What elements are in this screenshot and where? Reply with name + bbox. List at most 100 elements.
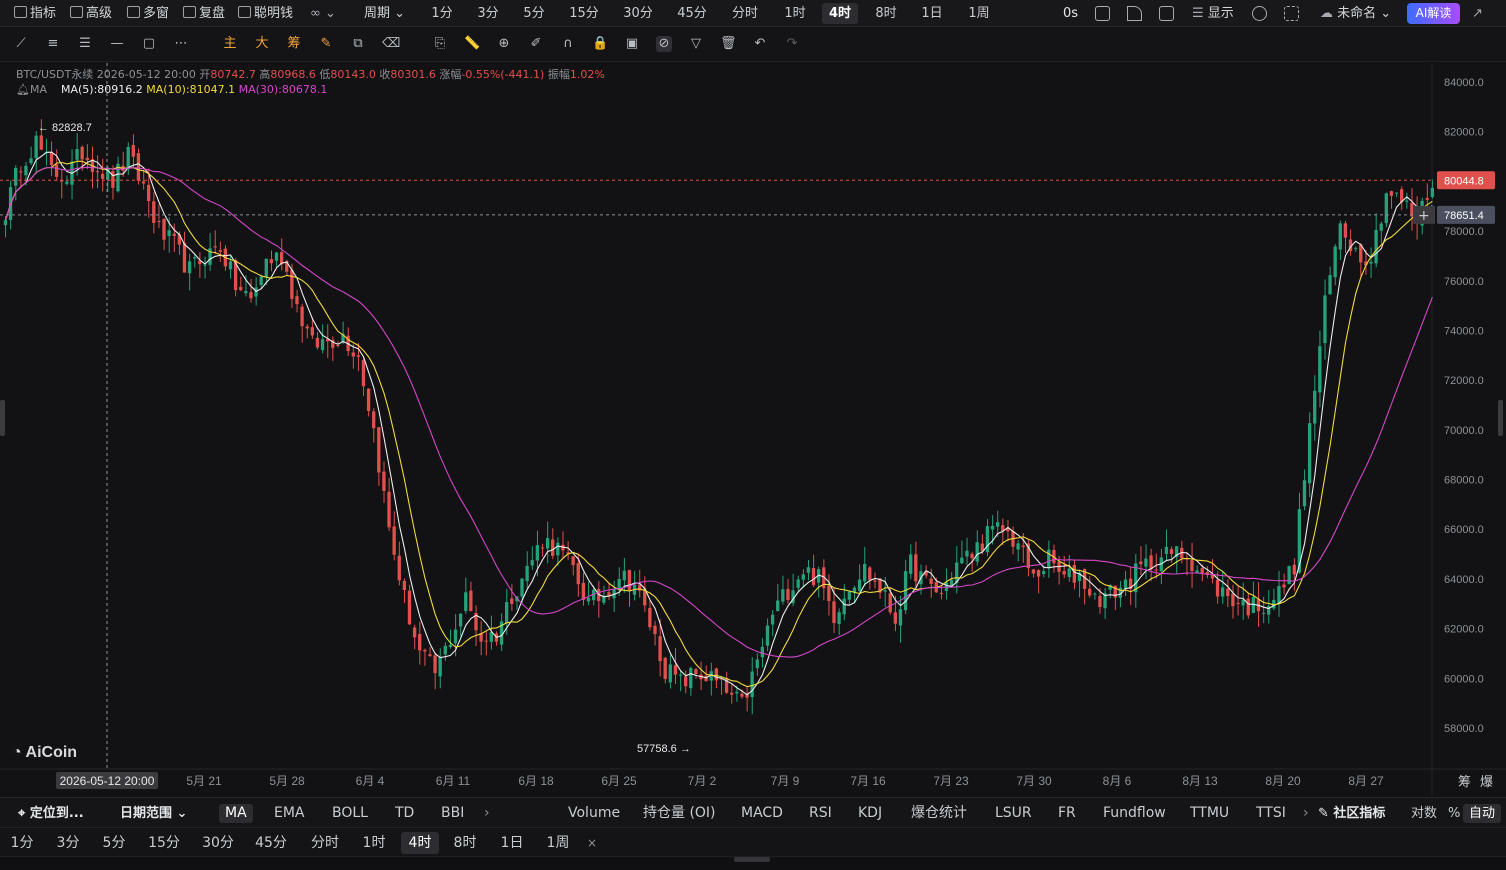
date-range-button[interactable]: 日期范围 ⌄ (120, 804, 187, 823)
left-panel-toggle[interactable] (0, 400, 5, 436)
sub-indicator-lsur[interactable]: LSUR (995, 804, 1032, 823)
smart-money-button[interactable]: 聪明钱 (238, 4, 293, 23)
period-45m[interactable]: 45分 (672, 3, 712, 24)
replay-button[interactable]: 复盘 (183, 4, 225, 23)
candle-body (320, 339, 325, 351)
undo-icon[interactable]: ↶ (752, 36, 768, 52)
locate-button[interactable]: ⌖ 定位到... (18, 804, 84, 823)
sub-indicator-oi[interactable]: 持仓量 (OI) (643, 804, 716, 823)
chip-icon[interactable]: 筹 (286, 36, 302, 52)
lock-icon[interactable]: 🔒 (592, 36, 608, 52)
erase-icon[interactable]: ⌫ (382, 36, 400, 52)
auto-scale-toggle[interactable]: 自动 (1463, 804, 1502, 823)
link-icon[interactable]: ⊘ (656, 36, 672, 52)
chart-area[interactable]: 84000.082000.080000.078000.076000.074000… (0, 63, 1506, 795)
main-indicator-td[interactable]: TD (395, 804, 414, 823)
period-15m[interactable]: 15分 (564, 3, 604, 24)
main-indicator-boll[interactable]: BOLL (332, 804, 368, 823)
multi-window-button[interactable]: 多窗 (127, 4, 169, 23)
layout-menu[interactable]: ☁ 未命名 ⌄ (1320, 4, 1391, 23)
horizontal-lines-icon[interactable]: ☰ (77, 36, 93, 52)
sub-indicator-volume[interactable]: Volume (568, 804, 620, 823)
bottom-period-15m[interactable]: 15分 (144, 832, 184, 854)
sub-indicator-kdj[interactable]: KDJ (858, 804, 882, 823)
period-1w[interactable]: 1周 (961, 3, 997, 24)
close-period-bar-icon[interactable]: × (584, 832, 600, 854)
bottom-period-4h[interactable]: 4时 (401, 832, 439, 854)
period-8h[interactable]: 8时 (869, 3, 903, 24)
large-order-icon[interactable]: 大 (254, 36, 270, 52)
period-1d[interactable]: 1日 (915, 3, 949, 24)
bottom-period-8h[interactable]: 8时 (448, 832, 482, 854)
ruler-icon[interactable]: 📏 (464, 36, 480, 52)
indicator-button[interactable]: 指标 (14, 4, 56, 23)
template-icon[interactable]: ▣ (624, 36, 640, 52)
sub-indicator-ttsi[interactable]: TTSI (1256, 804, 1286, 823)
sub-indicator-fr[interactable]: FR (1058, 804, 1076, 823)
main-indicator-ema[interactable]: EMA (274, 804, 305, 823)
main-chart-icon[interactable]: 主 (222, 36, 238, 52)
redo-icon[interactable]: ↷ (784, 36, 800, 52)
zoom-icon[interactable]: ⊕ (496, 36, 512, 52)
sub-indicator-fundflow[interactable]: Fundflow (1103, 804, 1166, 823)
bottom-period-5m[interactable]: 5分 (98, 832, 130, 854)
chip-distribution-label[interactable]: 筹 (1458, 774, 1471, 790)
community-indicators-button[interactable]: ✎ 社区指标 (1318, 804, 1385, 823)
more-shapes-icon[interactable]: ⋯ (173, 36, 189, 52)
settings-icon[interactable] (1252, 6, 1267, 21)
trash-icon[interactable]: 🗑 (720, 36, 737, 52)
sub-indicator-ttmu[interactable]: TTMU (1190, 804, 1229, 823)
bottom-period-30m[interactable]: 30分 (198, 832, 238, 854)
bottom-period-1d[interactable]: 1日 (495, 832, 529, 854)
bottom-period-1m[interactable]: 1分 (6, 832, 38, 854)
fullscreen-icon[interactable] (1284, 6, 1299, 21)
period-5m[interactable]: 5分 (518, 3, 550, 24)
magic-icon[interactable]: ✎ (318, 36, 334, 52)
liquidation-label[interactable]: 爆 (1480, 775, 1493, 790)
sub-indicator-macd[interactable]: MACD (741, 804, 783, 823)
trend-icon[interactable]: ↗ (1472, 4, 1483, 23)
sub-indicator-liquidation[interactable]: 爆仓统计 (911, 804, 967, 823)
copy-icon[interactable]: ⎘ (432, 36, 448, 52)
percent-scale-toggle[interactable]: % (1448, 804, 1460, 823)
period-1h[interactable]: 1时 (778, 3, 812, 24)
parallel-lines-icon[interactable]: ≡ (45, 36, 61, 52)
horizontal-ray-icon[interactable]: — (109, 36, 125, 52)
bottom-period-45m[interactable]: 45分 (251, 832, 291, 854)
period-menu[interactable]: 周期 ⌄ (364, 4, 405, 23)
bell-icon[interactable]: 🔔︎ (16, 83, 30, 96)
log-scale-toggle[interactable]: 对数 (1411, 804, 1437, 823)
candle-body (735, 691, 739, 694)
compare-icon[interactable]: ⧉ (350, 36, 366, 52)
right-panel-toggle[interactable] (1498, 400, 1503, 436)
period-1m[interactable]: 1分 (427, 3, 457, 24)
main-indicator-bbi[interactable]: BBI (441, 804, 464, 823)
bottom-period-3m[interactable]: 3分 (52, 832, 84, 854)
filter-icon[interactable]: ▽ (688, 36, 704, 52)
candlestick-chart[interactable]: 84000.082000.080000.078000.076000.074000… (0, 63, 1506, 795)
bottom-period-1w[interactable]: 1周 (540, 832, 576, 854)
share-icon[interactable] (1159, 6, 1174, 21)
infinity-icon[interactable]: ∞ ⌄ (310, 4, 336, 23)
ma-label[interactable]: MA (30, 83, 47, 96)
bottom-period-timeline[interactable]: 分时 (306, 832, 344, 854)
bottom-period-1h[interactable]: 1时 (357, 832, 391, 854)
period-4h[interactable]: 4时 (822, 3, 858, 24)
sub-indicator-rsi[interactable]: RSI (809, 804, 832, 823)
period-30m[interactable]: 30分 (618, 3, 658, 24)
sub-indicators-more-icon[interactable]: › (1303, 804, 1309, 823)
period-timeline[interactable]: 分时 (726, 3, 764, 24)
main-indicator-ma[interactable]: MA (219, 804, 253, 823)
magnet-icon[interactable]: ∩ (560, 36, 576, 52)
rectangle-icon[interactable]: ▢ (141, 36, 157, 52)
period-3m[interactable]: 3分 (472, 3, 504, 24)
ai-explain-button[interactable]: AI解读 (1407, 3, 1460, 24)
display-menu[interactable]: ☰ 显示 (1192, 4, 1234, 23)
resize-handle[interactable] (734, 857, 770, 862)
camera-icon[interactable] (1095, 6, 1110, 21)
pencil-icon[interactable] (1127, 6, 1142, 21)
trendline-icon[interactable]: ⟋ (13, 36, 29, 52)
advanced-button[interactable]: 高级 (70, 4, 112, 23)
main-indicators-more-icon[interactable]: › (484, 804, 490, 823)
brush-icon[interactable]: ✐ (528, 36, 544, 52)
